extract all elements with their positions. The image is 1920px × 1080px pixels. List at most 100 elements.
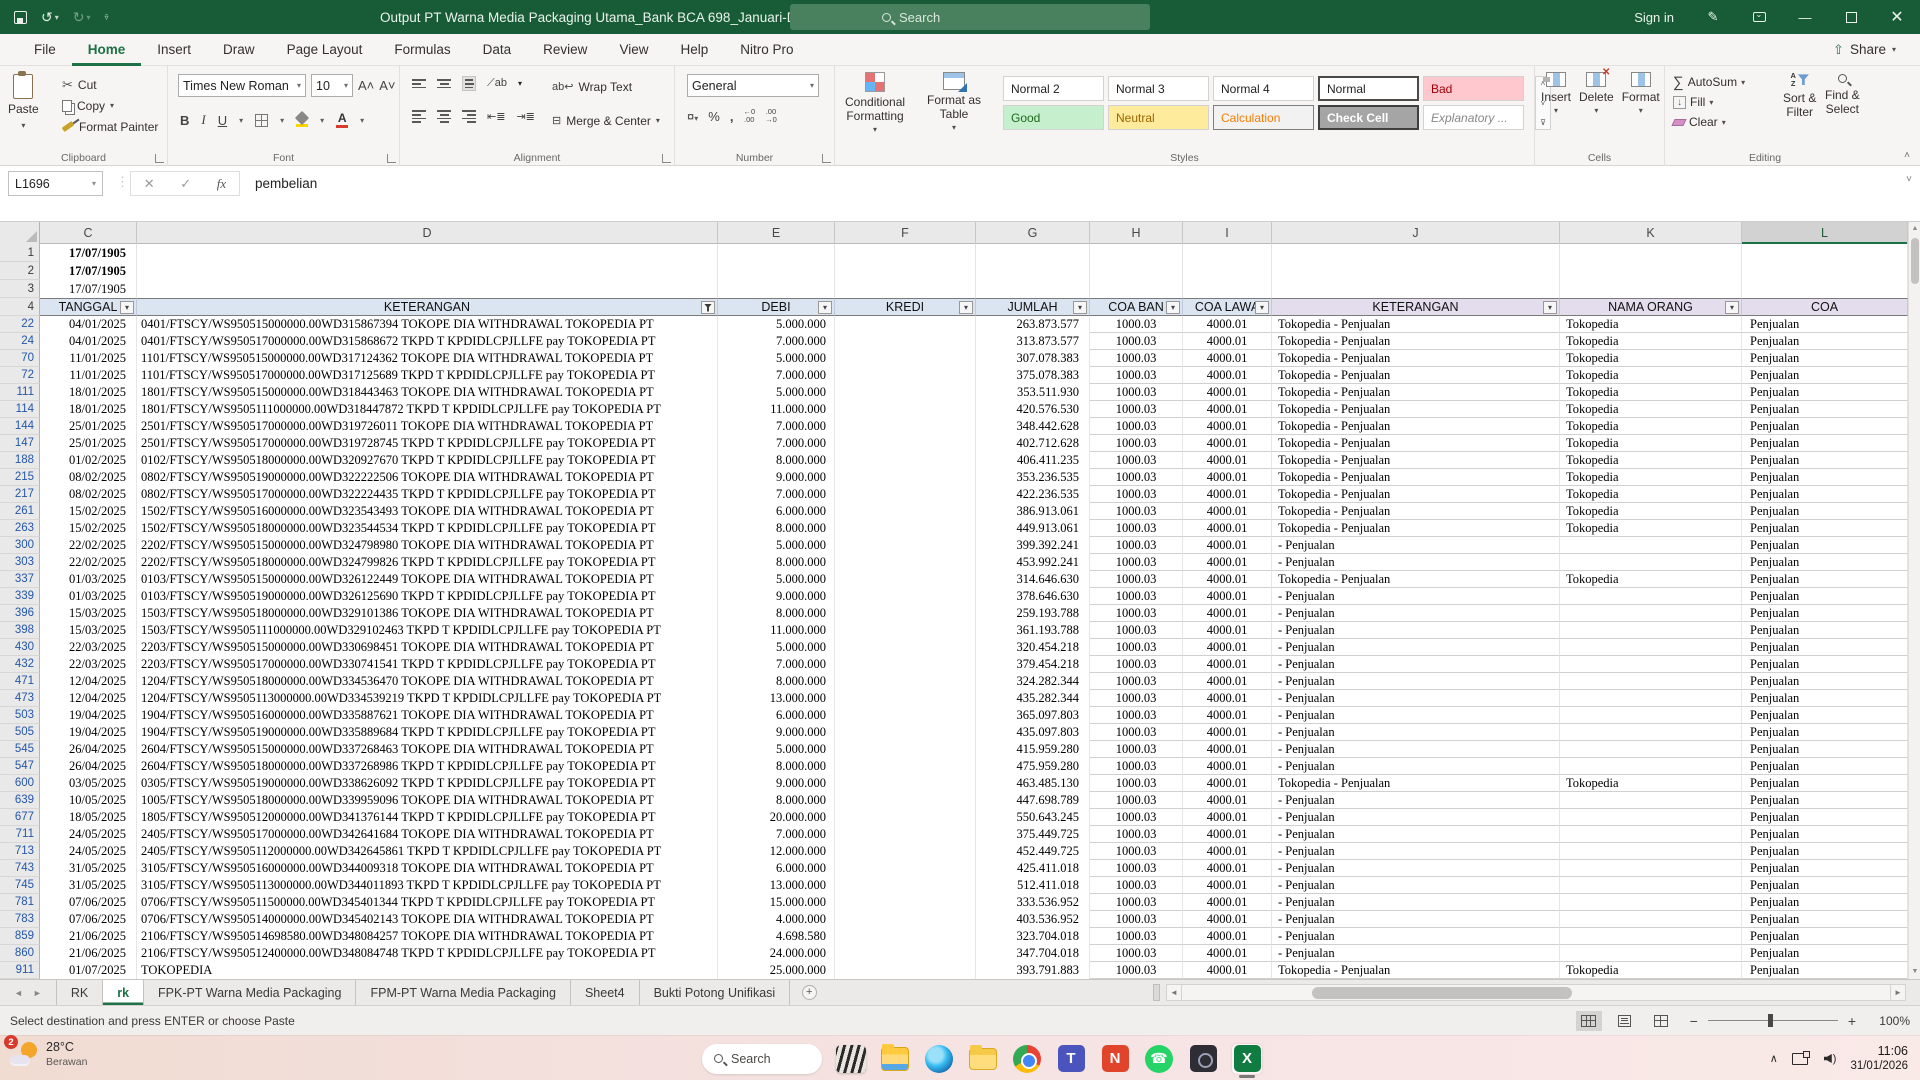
whatsapp-icon[interactable]: ☎ xyxy=(1144,1044,1174,1074)
column-header-I[interactable]: I xyxy=(1183,222,1272,244)
cell[interactable]: Tokopedia - Penjualan xyxy=(1272,452,1560,469)
cell[interactable] xyxy=(137,244,718,262)
filter-dropdown-icon[interactable]: ▾ xyxy=(120,301,134,314)
cell[interactable]: 1000.03 xyxy=(1090,690,1183,707)
cell[interactable]: 4000.01 xyxy=(1183,554,1272,571)
cell[interactable]: 4000.01 xyxy=(1183,571,1272,588)
cell[interactable]: 12/04/2025 xyxy=(40,673,137,690)
column-filter-header-d[interactable]: KETERANGAN xyxy=(137,298,718,316)
cell[interactable]: 379.454.218 xyxy=(976,656,1090,673)
cell[interactable] xyxy=(1560,690,1742,707)
column-header-L[interactable]: L xyxy=(1742,222,1908,244)
underline-dropdown[interactable]: ▾ xyxy=(239,116,243,125)
cell[interactable]: 1502/FTSCY/WS950516000000.00WD323543493 … xyxy=(137,503,718,520)
cell[interactable]: 1000.03 xyxy=(1090,843,1183,860)
zoom-slider[interactable] xyxy=(1707,1014,1838,1028)
cell[interactable] xyxy=(718,262,835,280)
cell[interactable] xyxy=(1560,826,1742,843)
cell[interactable]: 2501/FTSCY/WS950517000000.00WD319726011 … xyxy=(137,418,718,435)
cell[interactable]: 15/03/2025 xyxy=(40,622,137,639)
next-sheet-icon[interactable]: ► xyxy=(33,988,42,998)
cell[interactable]: 11/01/2025 xyxy=(40,367,137,384)
grow-font-icon[interactable]: A˄ xyxy=(358,78,374,93)
cell[interactable] xyxy=(835,622,976,639)
cell[interactable]: 435.282.344 xyxy=(976,690,1090,707)
cell[interactable]: 1000.03 xyxy=(1090,537,1183,554)
taskbar-clock[interactable]: 11:06 31/01/2026 xyxy=(1850,1043,1908,1074)
cell[interactable]: 1000.03 xyxy=(1090,418,1183,435)
align-bottom-icon[interactable] xyxy=(462,76,476,92)
cell[interactable]: Tokopedia xyxy=(1560,384,1742,401)
orientation-icon[interactable]: ⟋ab xyxy=(487,77,507,90)
cell[interactable]: Tokopedia xyxy=(1560,775,1742,792)
decrease-indent-icon[interactable]: ⇤≣ xyxy=(487,110,505,123)
select-all-corner[interactable] xyxy=(0,222,40,244)
cell[interactable]: Tokopedia - Penjualan xyxy=(1272,367,1560,384)
scroll-left-icon[interactable]: ◄ xyxy=(1166,984,1182,1001)
cell[interactable]: 1000.03 xyxy=(1090,588,1183,605)
increase-indent-icon[interactable]: ⇥≣ xyxy=(516,110,534,123)
copy-button[interactable]: Copy ▾ xyxy=(62,95,158,116)
network-icon[interactable] xyxy=(1791,1050,1810,1066)
cell[interactable]: 4000.01 xyxy=(1183,605,1272,622)
cell[interactable]: 1503/FTSCY/WS950518000000.00WD329101386 … xyxy=(137,605,718,622)
cell[interactable]: 1000.03 xyxy=(1090,792,1183,809)
shrink-font-icon[interactable]: A˅ xyxy=(379,78,395,93)
cell[interactable]: Tokopedia - Penjualan xyxy=(1272,401,1560,418)
number-format-combo[interactable]: General ▾ xyxy=(687,74,819,97)
cell[interactable]: Penjualan xyxy=(1742,571,1908,588)
tab-help[interactable]: Help xyxy=(664,34,724,66)
close-button[interactable]: ✕ xyxy=(1874,0,1920,34)
cell[interactable]: 1000.03 xyxy=(1090,809,1183,826)
cell[interactable]: 6.000.000 xyxy=(718,503,835,520)
column-filter-header-g[interactable]: JUMLAH ▾ xyxy=(976,298,1090,316)
cell[interactable]: 8.000.000 xyxy=(718,792,835,809)
cell[interactable] xyxy=(1560,622,1742,639)
cell[interactable] xyxy=(1183,280,1272,298)
cell[interactable]: 5.000.000 xyxy=(718,384,835,401)
cell[interactable] xyxy=(1560,911,1742,928)
row-number[interactable]: 217 xyxy=(0,486,40,503)
cell[interactable]: Penjualan xyxy=(1742,945,1908,962)
sheet-tab-fpk-pt-warna-media-packaging[interactable]: FPK-PT Warna Media Packaging xyxy=(144,980,357,1005)
cell[interactable] xyxy=(1272,280,1560,298)
cell[interactable] xyxy=(835,605,976,622)
row-number[interactable]: 70 xyxy=(0,350,40,367)
cell[interactable]: Tokopedia xyxy=(1560,520,1742,537)
cell[interactable] xyxy=(835,741,976,758)
accounting-format-icon[interactable]: ¤▾ xyxy=(687,109,698,124)
cell[interactable] xyxy=(976,262,1090,280)
cell[interactable]: 4000.01 xyxy=(1183,418,1272,435)
name-box[interactable]: L1696 ▾ xyxy=(8,171,103,196)
cell[interactable]: 353.511.930 xyxy=(976,384,1090,401)
comma-style-icon[interactable]: , xyxy=(730,109,734,124)
cell[interactable]: Tokopedia xyxy=(1560,503,1742,520)
cell[interactable]: 07/06/2025 xyxy=(40,894,137,911)
cell[interactable]: Tokopedia - Penjualan xyxy=(1272,435,1560,452)
cell[interactable]: Tokopedia xyxy=(1560,452,1742,469)
cell[interactable]: - Penjualan xyxy=(1272,877,1560,894)
cell[interactable]: 5.000.000 xyxy=(718,350,835,367)
row-number[interactable]: 545 xyxy=(0,741,40,758)
cell[interactable]: 4.698.580 xyxy=(718,928,835,945)
cell[interactable] xyxy=(137,262,718,280)
row-number[interactable]: 639 xyxy=(0,792,40,809)
cell[interactable]: 1204/FTSCY/WS9505113000000.00WD334539219… xyxy=(137,690,718,707)
find-select-button[interactable]: Find & Select xyxy=(1825,72,1860,117)
cell[interactable]: 399.392.241 xyxy=(976,537,1090,554)
tab-insert[interactable]: Insert xyxy=(141,34,207,66)
cell[interactable]: Penjualan xyxy=(1742,826,1908,843)
row-number[interactable]: 111 xyxy=(0,384,40,401)
cell[interactable]: 1801/FTSCY/WS950515000000.00WD318443463 … xyxy=(137,384,718,401)
cell[interactable]: 1000.03 xyxy=(1090,401,1183,418)
row-number[interactable]: 4 xyxy=(0,298,40,316)
cell[interactable]: 15/03/2025 xyxy=(40,605,137,622)
cell[interactable]: Tokopedia xyxy=(1560,350,1742,367)
cell[interactable]: 1000.03 xyxy=(1090,452,1183,469)
align-center-icon[interactable] xyxy=(437,110,451,124)
cell[interactable]: 323.704.018 xyxy=(976,928,1090,945)
row-number[interactable]: 503 xyxy=(0,707,40,724)
cell[interactable] xyxy=(1272,262,1560,280)
cell[interactable]: - Penjualan xyxy=(1272,724,1560,741)
sheet-tab-rk[interactable]: RK xyxy=(55,980,104,1005)
